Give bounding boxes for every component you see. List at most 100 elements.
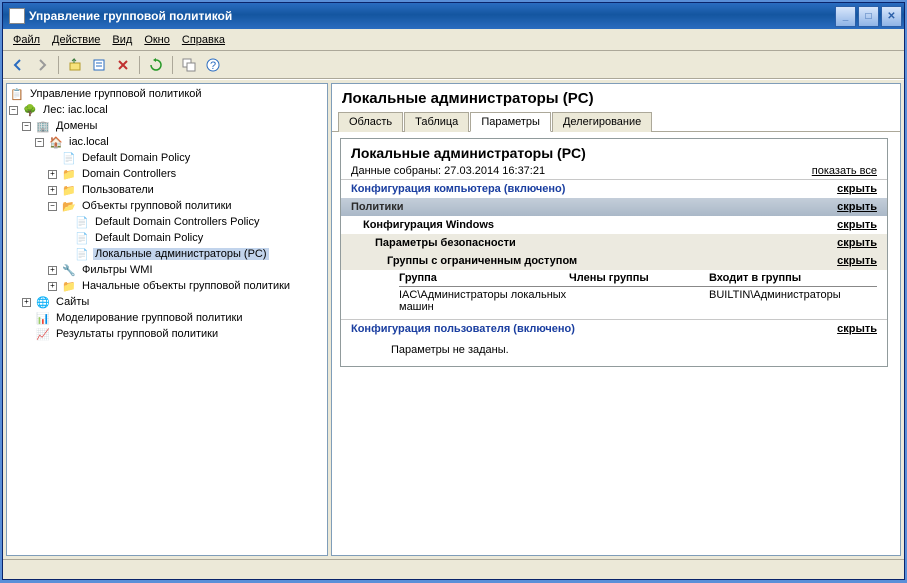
gpo-icon: 📄 (74, 214, 90, 230)
svg-text:?: ? (210, 60, 216, 72)
toolbar: ? (3, 51, 904, 79)
expand-icon[interactable]: + (22, 298, 31, 307)
detail-body: Локальные администраторы (PC) Данные соб… (332, 132, 900, 555)
band-policies[interactable]: Политики скрыть (341, 198, 887, 216)
help-button[interactable]: ? (202, 54, 224, 76)
folder-icon: 📂 (61, 198, 77, 214)
expand-icon[interactable]: + (48, 186, 57, 195)
link-show-all[interactable]: показать все (812, 165, 877, 177)
data-collected: Данные собраны: 27.03.2014 16:37:21 (351, 165, 545, 177)
up-button[interactable] (64, 54, 86, 76)
statusbar (3, 559, 904, 579)
tree-pane[interactable]: 📋Управление групповой политикой −🌳Лес: i… (6, 83, 328, 556)
cell-members (569, 289, 709, 313)
link-hide[interactable]: скрыть (837, 255, 877, 267)
tree-gpo-container[interactable]: −📂Объекты групповой политики (9, 198, 325, 214)
collapse-icon[interactable]: − (22, 122, 31, 131)
col-group: Группа (399, 272, 569, 284)
gpo-icon: 📄 (74, 246, 90, 262)
tree-results[interactable]: 📈Результаты групповой политики (9, 326, 325, 342)
band-user-config[interactable]: Конфигурация пользователя (включено) скр… (341, 319, 887, 338)
window-button[interactable] (178, 54, 200, 76)
expand-icon[interactable]: + (48, 266, 57, 275)
col-members: Члены группы (569, 272, 709, 284)
band-computer-config[interactable]: Конфигурация компьютера (включено) скрыт… (341, 179, 887, 198)
results-icon: 📈 (35, 326, 51, 342)
ou-icon: 📁 (61, 182, 77, 198)
cell-memberof: BUILTIN\Администраторы (709, 289, 877, 313)
window-title: Управление групповой политикой (29, 9, 835, 23)
cell-group: IAC\Администраторы локальных машин (399, 289, 569, 313)
no-settings-text: Параметры не заданы. (341, 338, 887, 366)
collapse-icon[interactable]: − (35, 138, 44, 147)
properties-button[interactable] (88, 54, 110, 76)
ou-icon: 📁 (61, 166, 77, 182)
menu-file[interactable]: Файл (7, 32, 46, 48)
back-button[interactable] (7, 54, 29, 76)
tree-domain[interactable]: −🏠iac.local (9, 134, 325, 150)
report-title: Локальные администраторы (PC) (351, 145, 877, 161)
tree-localadm[interactable]: 📄Локальные администраторы (PC) (9, 246, 325, 262)
col-memberof: Входит в группы (709, 272, 877, 284)
tree-initial[interactable]: +📁Начальные объекты групповой политики (9, 278, 325, 294)
tree-wmi[interactable]: +🔧Фильтры WMI (9, 262, 325, 278)
tab-delegation[interactable]: Делегирование (552, 112, 652, 132)
link-hide[interactable]: скрыть (837, 183, 877, 195)
expand-icon[interactable]: + (48, 170, 57, 179)
sites-icon: 🌐 (35, 294, 51, 310)
content-area: 📋Управление групповой политикой −🌳Лес: i… (3, 79, 904, 559)
table-row: IAC\Администраторы локальных машин BUILT… (399, 287, 877, 313)
tab-scope[interactable]: Область (338, 112, 403, 132)
tree-ddp[interactable]: 📄Default Domain Policy (9, 150, 325, 166)
tree-dc[interactable]: +📁Domain Controllers (9, 166, 325, 182)
detail-pane: Локальные администраторы (PC) Область Та… (331, 83, 901, 556)
tabs: Область Таблица Параметры Делегирование (332, 111, 900, 132)
tree-modeling[interactable]: 📊Моделирование групповой политики (9, 310, 325, 326)
detail-title: Локальные администраторы (PC) (332, 84, 900, 111)
collapse-icon[interactable]: − (9, 106, 18, 115)
tree-users[interactable]: +📁Пользователи (9, 182, 325, 198)
domain-icon: 🏠 (48, 134, 64, 150)
modeling-icon: 📊 (35, 310, 51, 326)
tree-forest[interactable]: −🌳Лес: iac.local (9, 102, 325, 118)
link-hide[interactable]: скрыть (837, 323, 877, 335)
gpo-icon: 📄 (61, 150, 77, 166)
folder-icon: 📁 (61, 278, 77, 294)
gpmc-window: Управление групповой политикой _ □ ✕ Фай… (2, 2, 905, 580)
menubar: Файл Действие Вид Окно Справка (3, 29, 904, 51)
forest-icon: 🌳 (22, 102, 38, 118)
minimize-button[interactable]: _ (835, 6, 856, 27)
menu-action[interactable]: Действие (46, 32, 106, 48)
tab-table[interactable]: Таблица (404, 112, 469, 132)
band-security[interactable]: Параметры безопасности скрыть (341, 234, 887, 252)
tab-parameters[interactable]: Параметры (470, 112, 551, 132)
tree-sites[interactable]: +🌐Сайты (9, 294, 325, 310)
titlebar[interactable]: Управление групповой политикой _ □ ✕ (3, 3, 904, 29)
wmi-icon: 🔧 (61, 262, 77, 278)
collapse-icon[interactable]: − (48, 202, 57, 211)
menu-window[interactable]: Окно (138, 32, 176, 48)
link-hide[interactable]: скрыть (837, 237, 877, 249)
link-hide[interactable]: скрыть (837, 201, 877, 213)
app-icon (9, 8, 25, 24)
forward-button[interactable] (31, 54, 53, 76)
domains-icon: 🏢 (35, 118, 51, 134)
report-box: Локальные администраторы (PC) Данные соб… (340, 138, 888, 367)
link-hide[interactable]: скрыть (837, 219, 877, 231)
menu-help[interactable]: Справка (176, 32, 231, 48)
console-icon: 📋 (9, 86, 25, 102)
tree-ddp2[interactable]: 📄Default Domain Policy (9, 230, 325, 246)
close-button[interactable]: ✕ (881, 6, 902, 27)
gpo-icon: 📄 (74, 230, 90, 246)
tree-ddcp[interactable]: 📄Default Domain Controllers Policy (9, 214, 325, 230)
restricted-groups-table: Группа Члены группы Входит в группы IAC\… (399, 272, 877, 313)
tree-domains[interactable]: −🏢Домены (9, 118, 325, 134)
refresh-button[interactable] (145, 54, 167, 76)
band-restricted-groups[interactable]: Группы с ограниченным доступом скрыть (341, 252, 887, 270)
menu-view[interactable]: Вид (106, 32, 138, 48)
expand-icon[interactable]: + (48, 282, 57, 291)
tree-root[interactable]: 📋Управление групповой политикой (9, 86, 325, 102)
delete-button[interactable] (112, 54, 134, 76)
band-windows-config[interactable]: Конфигурация Windows скрыть (341, 216, 887, 234)
maximize-button[interactable]: □ (858, 6, 879, 27)
